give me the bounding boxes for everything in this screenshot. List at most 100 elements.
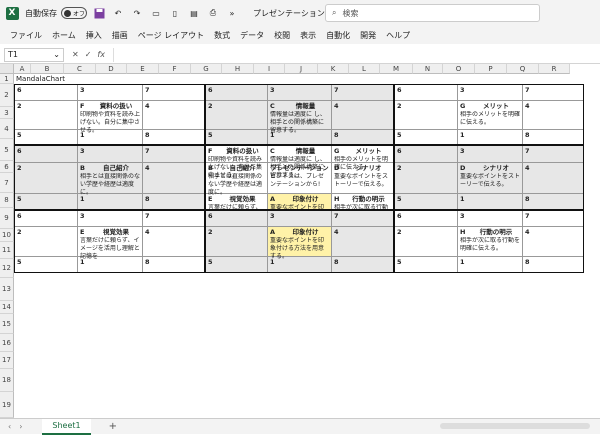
grid-cell[interactable]: 5 [15, 130, 78, 144]
column-header[interactable]: K [318, 64, 349, 74]
grid-cell[interactable]: 1 [268, 130, 332, 144]
row-header[interactable]: 14 [0, 301, 14, 314]
grid-cell[interactable]: 7 [332, 85, 393, 101]
grid-cell[interactable]: 1 [268, 257, 332, 272]
card-cell-g[interactable]: G メリット 相手のメリットを明確に伝える。 [458, 101, 523, 130]
card-cell-e[interactable]: E視覚効果言葉だけに頼らず、イメージを活用し理解と記憶を [206, 194, 268, 209]
grid-cell[interactable]: 2 [206, 227, 268, 257]
grid-cell[interactable]: 3 [268, 211, 332, 227]
grid-cell[interactable]: 7 [523, 211, 583, 227]
customize-toolbar-icon[interactable]: » [225, 6, 239, 20]
grid-cell[interactable]: 3 [78, 85, 143, 101]
grid-cell[interactable]: 4 [523, 101, 583, 130]
grid-cell[interactable]: 8 [143, 257, 204, 272]
grid-cell[interactable]: 6 [395, 85, 458, 101]
column-header[interactable]: I [254, 64, 285, 74]
function-icon[interactable]: fx [97, 50, 105, 59]
grid-cell[interactable]: 6 [206, 211, 268, 227]
grid-cell[interactable]: 5 [395, 257, 458, 272]
new-file-icon[interactable]: ▯ [168, 6, 182, 20]
grid-cell[interactable]: 2 [15, 163, 78, 194]
grid-cell[interactable]: 6 [395, 211, 458, 227]
grid-cell[interactable]: 6 [15, 211, 78, 227]
card-cell-f[interactable]: F 資料の扱い 印刷物や資料を読み上げない。自分に集中させる。 [206, 146, 268, 179]
row-header[interactable]: 1 [0, 74, 14, 84]
center-theme-cell[interactable]: プレゼンテーション ビジネスは、プレゼンテーションから! [268, 163, 332, 194]
grid-cell[interactable]: 4 [332, 227, 393, 257]
grid-cell[interactable]: 8 [143, 130, 204, 144]
grid-cell[interactable]: 7 [523, 146, 583, 163]
grid-cell[interactable]: 5 [15, 257, 78, 272]
grid-cell[interactable]: 8 [523, 130, 583, 144]
grid-cell[interactable]: 7 [143, 85, 204, 101]
grid-cell[interactable]: 5 [395, 194, 458, 209]
tab-page-layout[interactable]: ページ レイアウト [138, 30, 204, 41]
grid-cell[interactable]: 7 [143, 146, 204, 163]
tab-view[interactable]: 表示 [300, 30, 316, 41]
redo-icon[interactable]: ↷ [130, 6, 144, 20]
row-header[interactable]: 4 [0, 119, 14, 139]
tab-home[interactable]: ホーム [52, 30, 76, 41]
tab-help[interactable]: ヘルプ [386, 30, 410, 41]
grid-cell[interactable]: 7 [332, 211, 393, 227]
card-cell-b[interactable]: B 自己紹介 相手とは直接関係のない学歴や経歴は適度に。 [206, 163, 268, 196]
chevron-down-icon[interactable]: ⌄ [53, 50, 60, 59]
card-cell-h[interactable]: H 行動の明示相手が次に取る行動を明確に伝える。 [458, 227, 523, 257]
row-header[interactable]: 15 [0, 314, 14, 334]
grid-cell[interactable]: 3 [458, 85, 523, 101]
grid-cell[interactable]: 8 [332, 257, 393, 272]
column-header[interactable]: J [285, 64, 318, 74]
grid-cell[interactable]: 3 [268, 85, 332, 101]
grid-cell[interactable]: 1 [458, 257, 523, 272]
grid-cell[interactable]: 1 [78, 130, 143, 144]
grid-cell[interactable]: 8 [332, 130, 393, 144]
grid-cell[interactable]: 1 [458, 130, 523, 144]
grid-cell[interactable]: 1 [78, 257, 143, 272]
card-cell-a[interactable]: A印象付け重要なポイントを印象付ける方法を用意する。 [268, 227, 332, 260]
grid-cell[interactable]: 8 [523, 194, 583, 209]
add-sheet-icon[interactable]: + [109, 421, 117, 432]
column-header[interactable]: B [31, 64, 64, 74]
tab-insert[interactable]: 挿入 [86, 30, 102, 41]
grid-cell[interactable]: 8 [143, 194, 204, 209]
row-header[interactable]: 3 [0, 107, 14, 119]
grid-cell[interactable]: 2 [395, 227, 458, 257]
grid-cell[interactable]: 3 [78, 211, 143, 227]
column-header[interactable]: L [349, 64, 380, 74]
horizontal-scrollbar[interactable] [440, 423, 590, 429]
grid-cell[interactable]: 4 [143, 227, 204, 257]
grid-cell[interactable]: 2 [395, 163, 458, 194]
grid-cell[interactable]: 6 [395, 146, 458, 163]
grid-cell[interactable]: 6 [15, 85, 78, 101]
row-header[interactable]: 7 [0, 173, 14, 193]
card-cell-b[interactable]: B 自己紹介 相手とは直接関係のない学歴や経歴は適度に。 [78, 163, 143, 196]
card-cell-a[interactable]: A印象付け重要なポイントを印象付ける方法を用意する。 [268, 194, 332, 209]
grid-cell[interactable]: 2 [15, 227, 78, 257]
undo-icon[interactable]: ↶ [111, 6, 125, 20]
column-header[interactable]: R [539, 64, 570, 74]
card-cell-c[interactable]: C 情報量 情報量は適度に し、相手との関係構築に留意する。 [268, 146, 332, 179]
sheet-tab[interactable]: Sheet1 [42, 418, 91, 435]
grid-cell[interactable]: 6 [15, 146, 78, 163]
grid-cell[interactable]: 5 [206, 130, 268, 144]
row-header[interactable]: 16 [0, 334, 14, 352]
row-header[interactable]: 11 [0, 242, 14, 259]
grid-cell[interactable]: 4 [523, 163, 583, 194]
card-cell-c[interactable]: C 情報量 情報量は適度に し、相手との関係構築に留意する。 [268, 101, 332, 134]
column-header[interactable]: Q [507, 64, 539, 74]
row-header[interactable]: 12 [0, 259, 14, 278]
grid-cell[interactable]: 6 [206, 85, 268, 101]
grid-cell[interactable]: 7 [143, 211, 204, 227]
tab-review[interactable]: 校閲 [274, 30, 290, 41]
row-header[interactable]: 10 [0, 229, 14, 242]
column-header[interactable]: D [96, 64, 127, 74]
spreadsheet-grid[interactable]: MandalaChart ABCDEFGHIJKLMNOPQR123456789… [0, 64, 600, 418]
row-header[interactable]: 8 [0, 193, 14, 208]
row-header[interactable]: 5 [0, 139, 14, 161]
grid-cell[interactable]: 4 [523, 227, 583, 257]
row-header[interactable]: 9 [0, 208, 14, 229]
row-header[interactable]: 18 [0, 369, 14, 392]
card-cell-d[interactable]: D シナリオ 重要なポイントをストーリーで伝える。 [332, 163, 393, 194]
open-folder-icon[interactable]: ▭ [149, 6, 163, 20]
grid-cell[interactable]: 5 [395, 130, 458, 144]
